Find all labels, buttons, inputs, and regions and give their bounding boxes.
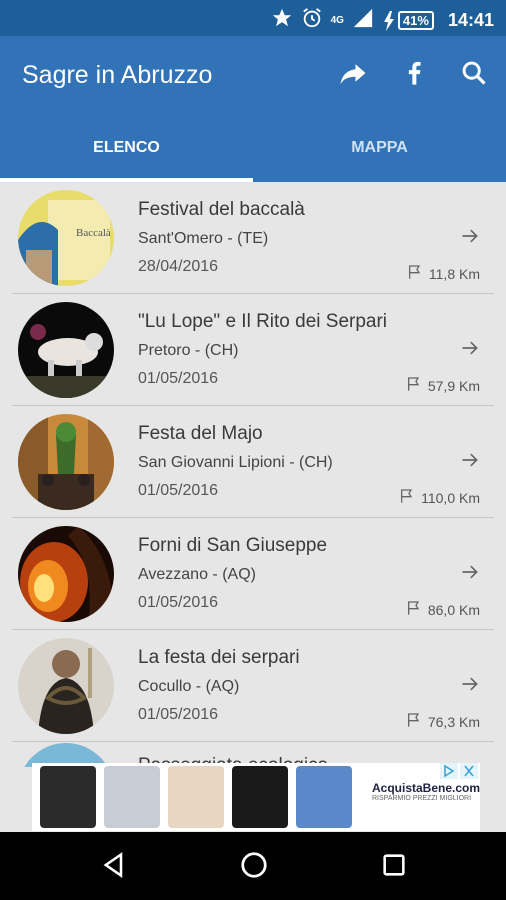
event-distance: 76,3 Km	[406, 712, 480, 731]
event-thumbnail	[18, 638, 114, 734]
event-title: La festa dei serpari	[138, 647, 300, 668]
event-thumbnail: Baccalà	[18, 190, 114, 286]
arrow-right-icon[interactable]	[460, 338, 480, 363]
arrow-right-icon[interactable]	[460, 562, 480, 587]
ad-phone-image	[104, 766, 160, 828]
event-place: San Giovanni Lipioni - (CH)	[138, 454, 333, 471]
back-icon[interactable]	[100, 850, 128, 885]
event-date: 01/05/2016	[138, 594, 219, 611]
distance-value: 86,0 Km	[427, 601, 480, 618]
ad-brand: AcquistaBene.com RISPARMIO PREZZI MIGLIO…	[372, 781, 480, 802]
distance-value: 76,3 Km	[427, 713, 480, 730]
flag-icon	[406, 712, 422, 731]
signal-icon	[352, 7, 374, 34]
event-thumbnail	[18, 302, 114, 398]
facebook-icon[interactable]	[400, 58, 428, 93]
list-item[interactable]: La festa dei serpari Cocullo - (AQ) 01/0…	[12, 630, 494, 742]
search-icon[interactable]	[460, 59, 488, 92]
event-date: 28/04/2016	[138, 258, 219, 275]
tab-mappa[interactable]: MAPPA	[253, 128, 506, 182]
event-distance: 110,0 Km	[399, 488, 480, 507]
app-title: Sagre in Abruzzo	[22, 61, 213, 89]
arrow-right-icon[interactable]	[460, 674, 480, 699]
distance-value: 57,9 Km	[427, 377, 480, 394]
event-distance: 11,8 Km	[407, 264, 480, 283]
event-date: 01/05/2016	[138, 370, 219, 387]
ad-phone-image	[296, 766, 352, 828]
flag-icon	[407, 264, 423, 283]
arrow-right-icon[interactable]	[460, 450, 480, 475]
distance-value: 110,0 Km	[421, 489, 480, 506]
tab-elenco[interactable]: ELENCO	[0, 128, 253, 182]
ad-tagline: RISPARMIO PREZZI MIGLIORI	[372, 795, 472, 802]
flag-icon	[406, 600, 422, 619]
event-distance: 57,9 Km	[406, 376, 480, 395]
clock: 14:41	[447, 10, 494, 30]
tab-bar: ELENCO MAPPA	[0, 128, 506, 182]
distance-value: 11,8 Km	[428, 265, 480, 282]
ad-phone-image	[232, 766, 288, 828]
ad-banner[interactable]: AcquistaBene.com RISPARMIO PREZZI MIGLIO…	[32, 763, 480, 831]
status-bar: 4G 41% 14:41	[0, 0, 506, 36]
event-title: Festa del Majo	[138, 423, 263, 444]
adchoices-icon[interactable]	[440, 763, 458, 784]
event-list: Baccalà Festival del baccalà Sant'Omero …	[0, 182, 506, 742]
event-place: Avezzano - (AQ)	[138, 566, 256, 583]
list-item[interactable]: Forni di San Giuseppe Avezzano - (AQ) 01…	[12, 518, 494, 630]
star-icon	[271, 7, 293, 34]
event-title: "Lu Lope" e Il Rito dei Serpari	[138, 311, 388, 332]
flag-icon	[399, 488, 415, 507]
ad-phone-image	[168, 766, 224, 828]
recents-icon[interactable]	[380, 850, 408, 885]
event-date: 01/05/2016	[138, 482, 219, 499]
battery-icon: 41%	[382, 10, 434, 31]
event-title: Forni di San Giuseppe	[138, 535, 328, 556]
event-title: Festival del baccalà	[138, 199, 305, 220]
event-place: Sant'Omero - (TE)	[138, 230, 269, 247]
svg-text:Baccalà: Baccalà	[76, 227, 111, 239]
arrow-right-icon[interactable]	[460, 226, 480, 251]
flag-icon	[406, 376, 422, 395]
ad-close-icon[interactable]	[460, 763, 478, 784]
battery-level: 41%	[397, 11, 434, 30]
event-place: Cocullo - (AQ)	[138, 678, 240, 695]
event-date: 01/05/2016	[138, 706, 219, 723]
event-thumbnail	[18, 414, 114, 510]
list-item[interactable]: "Lu Lope" e Il Rito dei Serpari Pretoro …	[12, 294, 494, 406]
home-icon[interactable]	[239, 850, 269, 885]
app-bar: Sagre in Abruzzo ELENCO MAPPA	[0, 36, 506, 182]
network-type: 4G	[330, 15, 344, 26]
list-item[interactable]: Baccalà Festival del baccalà Sant'Omero …	[12, 182, 494, 294]
share-icon[interactable]	[338, 58, 368, 93]
event-place: Pretoro - (CH)	[138, 342, 239, 359]
ad-phone-image	[40, 766, 96, 828]
list-item[interactable]: Festa del Majo San Giovanni Lipioni - (C…	[12, 406, 494, 518]
navigation-bar	[0, 832, 506, 900]
event-thumbnail	[18, 526, 114, 622]
alarm-icon	[301, 7, 323, 34]
event-distance: 86,0 Km	[406, 600, 480, 619]
